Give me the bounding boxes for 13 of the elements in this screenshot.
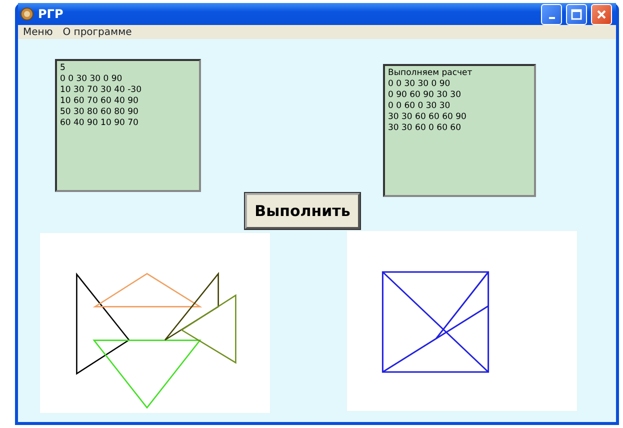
close-icon <box>596 8 607 20</box>
maximize-button[interactable] <box>566 4 587 24</box>
output-text-area[interactable]: Выполняем расчет 0 0 30 30 0 90 0 90 60 90 30 30 0 0 60 0 30 30 30 30 60 60 60 90 30 30 60 0 60 60 <box>383 64 536 197</box>
maximize-icon <box>571 8 582 20</box>
close-button[interactable] <box>591 4 612 24</box>
window-title: РГР <box>38 6 64 23</box>
menu-item[interactable]: О программе <box>58 24 137 40</box>
minimize-button[interactable] <box>541 4 562 24</box>
run-button[interactable]: Выполнить <box>245 193 360 229</box>
app-icon <box>20 7 34 21</box>
input-text-area[interactable]: 5 0 0 30 30 0 90 10 30 70 30 40 -30 10 60 70 60 40 90 50 30 80 60 80 90 60 40 90 10 90 70 <box>55 59 201 192</box>
menu-item[interactable]: Меню <box>18 24 58 40</box>
minimize-icon <box>548 17 554 19</box>
